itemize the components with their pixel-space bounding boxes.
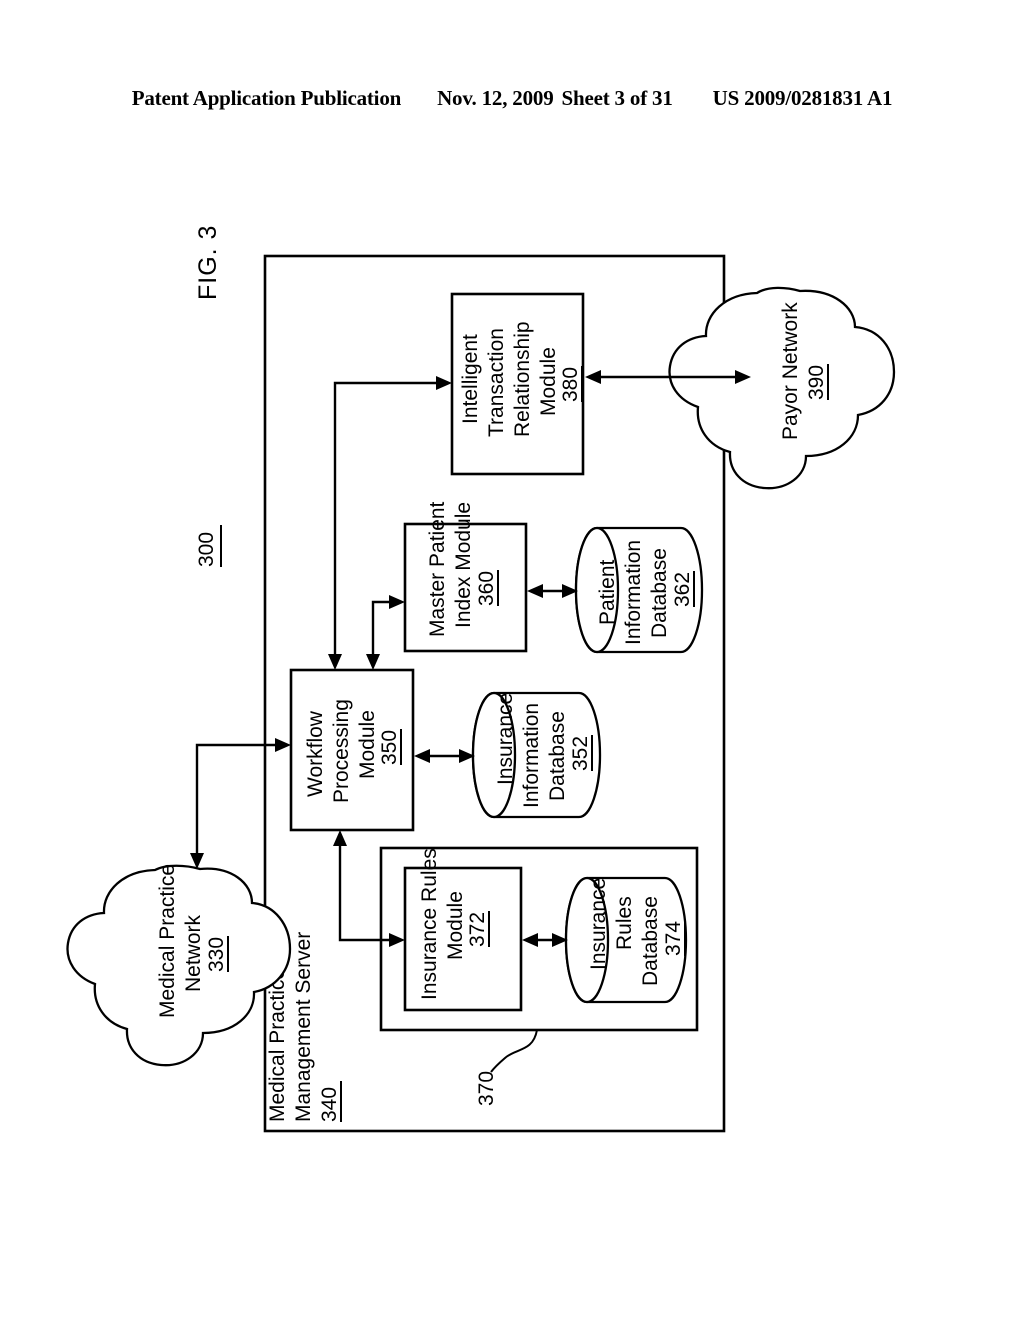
medical-practice-network-cloud: Medical Practice Network 330 (66, 864, 292, 1067)
figure-label: FIG. 3 (194, 225, 222, 300)
itr-line1: Intelligent (459, 334, 482, 424)
mpn-line1: Medical Practice (156, 864, 179, 1018)
itr-ref-380: 380 (559, 367, 582, 402)
wfp-line3: Module (356, 710, 379, 779)
wfp-line2: Processing (330, 699, 353, 803)
irm-ref-372: 372 (466, 912, 489, 947)
ird-line2: Rules (613, 896, 636, 950)
patent-page: Patent Application Publication Nov. 12, … (0, 0, 1024, 1320)
insurance-rules-database-cylinder: Insurance Rules Database 374 (564, 876, 688, 1004)
mpi-line2: Index Module (452, 502, 475, 628)
insurance-rules-group-ref-370: 370 (475, 1071, 498, 1106)
server-title-line1: Medical Practice (266, 968, 289, 1122)
system-ref-300: 300 (195, 525, 222, 567)
pid-line3: Database (648, 548, 671, 638)
itr-line4: Module (537, 347, 560, 416)
itr-line3: Relationship (511, 321, 534, 437)
patient-information-database-cylinder: Patient Information Database 362 (574, 526, 704, 654)
iid-line3: Database (546, 711, 569, 801)
ird-ref-374: 374 (662, 921, 685, 956)
mpi-ref-360: 360 (475, 571, 498, 606)
iid-line2: Information (520, 703, 543, 808)
itr-line2: Transaction (485, 328, 508, 437)
irm-line2: Module (444, 891, 467, 960)
ird-line3: Database (639, 896, 662, 986)
system-ref-300-text: 300 (195, 532, 218, 567)
figure-3-diagram: FIG. 3 300 Medical Practice Management S… (0, 0, 1024, 1320)
pid-line1: Patient (596, 559, 619, 625)
mpn-line2: Network (182, 914, 205, 992)
payor-network-ref-390: 390 (805, 365, 828, 400)
server-title-line2: Management Server (292, 932, 315, 1122)
figure-label-text: FIG. 3 (194, 225, 222, 300)
ird-line1: Insurance (587, 878, 610, 970)
mpi-line1: Master Patient (426, 501, 449, 637)
wfp-line1: Workflow (304, 710, 327, 797)
iid-line1: Insurance (494, 693, 517, 785)
payor-network-line1: Payor Network (779, 302, 802, 440)
iid-ref-352: 352 (569, 736, 592, 771)
wfp-ref-350: 350 (378, 730, 401, 765)
pid-ref-362: 362 (671, 572, 694, 607)
insurance-information-database-cylinder: Insurance Information Database 352 (471, 691, 602, 819)
pid-line2: Information (622, 540, 645, 645)
mpn-ref-330: 330 (205, 937, 228, 972)
server-ref-340: 340 (318, 1087, 341, 1122)
irm-line1: Insurance Rules (418, 848, 441, 1000)
